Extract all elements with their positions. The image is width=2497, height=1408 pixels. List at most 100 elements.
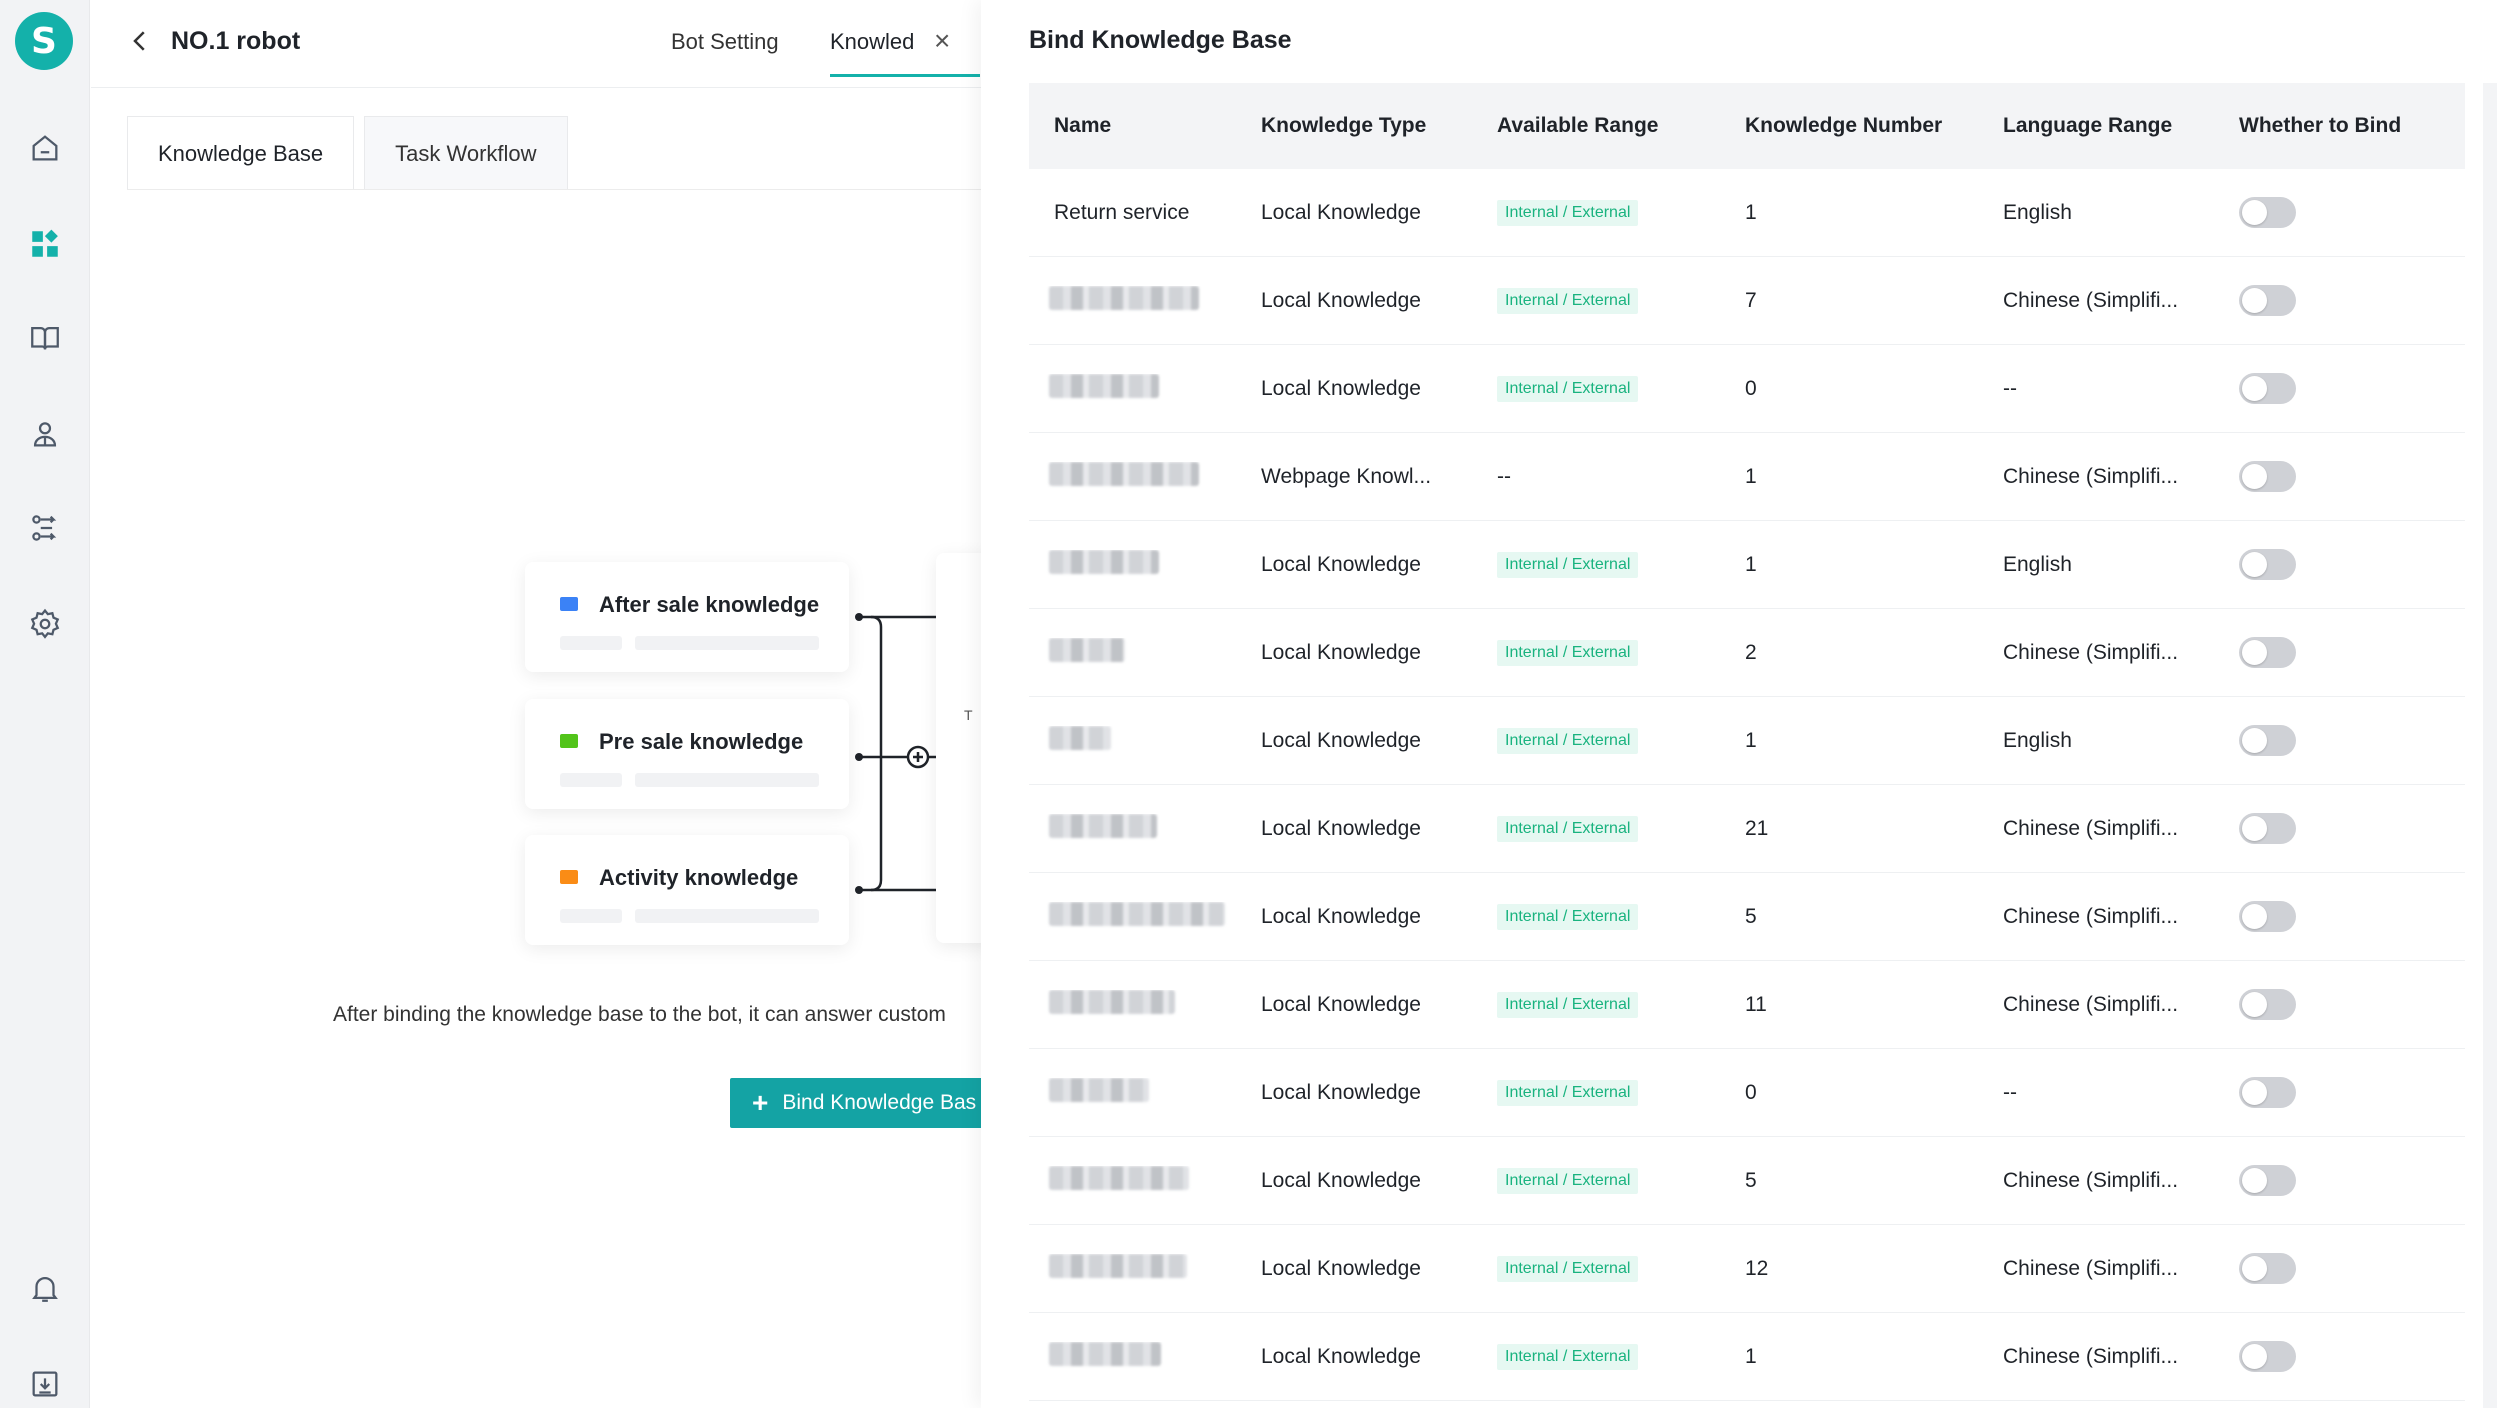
bind-cell bbox=[2239, 549, 2465, 580]
subtab-divider bbox=[127, 189, 981, 190]
toggle-knob bbox=[2242, 728, 2267, 753]
download-icon[interactable] bbox=[25, 1364, 65, 1404]
redacted-name bbox=[1049, 901, 1225, 926]
table-row: Local Knowledge Internal / External 12 Chin… bbox=[1029, 1225, 2465, 1313]
scrollbar[interactable] bbox=[2483, 83, 2497, 1408]
table-row: Local Knowledge Internal / External 5 Chine… bbox=[1029, 1137, 2465, 1225]
language-range: Chinese (Simplifi... bbox=[2003, 464, 2179, 488]
bind-cell bbox=[2239, 1341, 2465, 1372]
knowledge-name bbox=[1029, 285, 1261, 316]
knowledge-type: Local Knowledge bbox=[1261, 288, 1421, 312]
range-tag: Internal / External bbox=[1497, 1344, 1639, 1370]
language-range: Chinese (Simplifi... bbox=[2003, 816, 2179, 840]
bind-toggle[interactable] bbox=[2239, 901, 2296, 932]
knowledge-type: Local Knowledge bbox=[1261, 640, 1421, 664]
bind-toggle[interactable] bbox=[2239, 637, 2296, 668]
knowledge-type: Local Knowledge bbox=[1261, 1344, 1421, 1368]
bind-toggle[interactable] bbox=[2239, 813, 2296, 844]
home-icon[interactable] bbox=[25, 128, 65, 168]
toggle-knob bbox=[2242, 200, 2267, 225]
range-tag: Internal / External bbox=[1497, 1256, 1639, 1282]
bind-toggle[interactable] bbox=[2239, 461, 2296, 492]
range-tag: Internal / External bbox=[1497, 1168, 1639, 1194]
knowledge-badge-icon bbox=[560, 870, 578, 884]
range-tag: Internal / External bbox=[1497, 816, 1639, 842]
settings-icon[interactable] bbox=[25, 604, 65, 644]
knowledge-type: Local Knowledge bbox=[1261, 904, 1421, 928]
workflow-icon[interactable] bbox=[25, 508, 65, 548]
bind-cell bbox=[2239, 901, 2465, 932]
table-row: Local Knowledge Internal / External 7 Chine… bbox=[1029, 257, 2465, 345]
empty-state-description: After binding the knowledge base to the … bbox=[333, 1003, 946, 1026]
book-icon[interactable] bbox=[25, 318, 65, 358]
knowledge-name bbox=[1029, 1077, 1261, 1108]
language-range: English bbox=[2003, 552, 2072, 576]
table-header: Name Knowledge Type Available Range Know… bbox=[1029, 83, 2465, 169]
redacted-name bbox=[1049, 1077, 1149, 1102]
bind-toggle[interactable] bbox=[2239, 1165, 2296, 1196]
knowledge-name bbox=[1029, 461, 1261, 492]
subtab-bar: Knowledge Base Task Workflow bbox=[127, 116, 578, 190]
bind-cell bbox=[2239, 197, 2465, 228]
tab-knowledge[interactable]: Knowled bbox=[830, 29, 922, 55]
bind-toggle[interactable] bbox=[2239, 549, 2296, 580]
toggle-knob bbox=[2242, 1344, 2267, 1369]
bind-knowledge-base-button[interactable]: + Bind Knowledge Bas bbox=[730, 1078, 981, 1128]
redacted-name bbox=[1049, 461, 1199, 486]
available-range: Internal / External bbox=[1497, 1255, 1745, 1282]
bell-icon[interactable] bbox=[25, 1268, 65, 1308]
range-tag: Internal / External bbox=[1497, 728, 1639, 754]
active-tab-indicator bbox=[830, 74, 980, 77]
language-range: Chinese (Simplifi... bbox=[2003, 1256, 2179, 1280]
toggle-knob bbox=[2242, 288, 2267, 313]
available-range: Internal / External bbox=[1497, 815, 1745, 842]
table-row: Local Knowledge Internal / External 0 -- bbox=[1029, 345, 2465, 433]
toggle-knob bbox=[2242, 904, 2267, 929]
knowledge-number: 1 bbox=[1745, 464, 1757, 488]
bind-toggle[interactable] bbox=[2239, 197, 2296, 228]
bind-toggle[interactable] bbox=[2239, 725, 2296, 756]
language-range: Chinese (Simplifi... bbox=[2003, 904, 2179, 928]
knowledge-number: 11 bbox=[1745, 992, 1767, 1016]
back-arrow-icon[interactable] bbox=[125, 26, 155, 56]
bind-toggle[interactable] bbox=[2239, 285, 2296, 316]
available-range: Internal / External bbox=[1497, 903, 1745, 930]
tab-bot-setting[interactable]: Bot Setting bbox=[671, 29, 779, 55]
app-logo[interactable]: S bbox=[15, 12, 73, 70]
redacted-name bbox=[1049, 373, 1159, 398]
bind-toggle[interactable] bbox=[2239, 1077, 2296, 1108]
subtab-task-workflow[interactable]: Task Workflow bbox=[364, 116, 568, 190]
table-body: Return service Local Knowledge Internal / … bbox=[1029, 169, 2465, 1401]
close-tab-icon[interactable]: × bbox=[934, 25, 950, 57]
bind-toggle[interactable] bbox=[2239, 1253, 2296, 1284]
bind-cell bbox=[2239, 1165, 2465, 1196]
bind-toggle[interactable] bbox=[2239, 989, 2296, 1020]
language-range: Chinese (Simplifi... bbox=[2003, 640, 2179, 664]
redacted-name bbox=[1049, 637, 1125, 662]
contacts-icon[interactable] bbox=[25, 414, 65, 454]
redacted-name bbox=[1049, 285, 1199, 310]
knowledge-number: 2 bbox=[1745, 640, 1757, 664]
bind-toggle[interactable] bbox=[2239, 373, 2296, 404]
knowledge-type: Local Knowledge bbox=[1261, 1168, 1421, 1192]
redacted-name bbox=[1049, 1341, 1161, 1366]
available-range: Internal / External bbox=[1497, 1079, 1745, 1106]
knowledge-number: 21 bbox=[1745, 816, 1769, 840]
bind-cell bbox=[2239, 1253, 2465, 1284]
main-panel: NO.1 robot Bot Setting Knowled × Knowled… bbox=[91, 0, 996, 1408]
knowledge-card-title: Pre sale knowledge bbox=[599, 729, 804, 754]
table-row: Local Knowledge Internal / External 1 Engli… bbox=[1029, 697, 2465, 785]
bind-button-label: Bind Knowledge Bas bbox=[782, 1091, 977, 1114]
toggle-knob bbox=[2242, 1256, 2267, 1281]
table-row: Local Knowledge Internal / External 2 Chine… bbox=[1029, 609, 2465, 697]
bind-cell bbox=[2239, 813, 2465, 844]
col-knowledge-number: Knowledge Number bbox=[1745, 114, 1943, 137]
drawer-title: Bind Knowledge Base bbox=[1029, 26, 1292, 54]
redacted-name bbox=[1049, 725, 1111, 750]
knowledge-type: Local Knowledge bbox=[1261, 728, 1421, 752]
apps-icon[interactable] bbox=[25, 224, 65, 264]
available-range: Internal / External bbox=[1497, 551, 1745, 578]
knowledge-type: Local Knowledge bbox=[1261, 992, 1421, 1016]
bind-toggle[interactable] bbox=[2239, 1341, 2296, 1372]
subtab-knowledge-base[interactable]: Knowledge Base bbox=[127, 116, 355, 190]
